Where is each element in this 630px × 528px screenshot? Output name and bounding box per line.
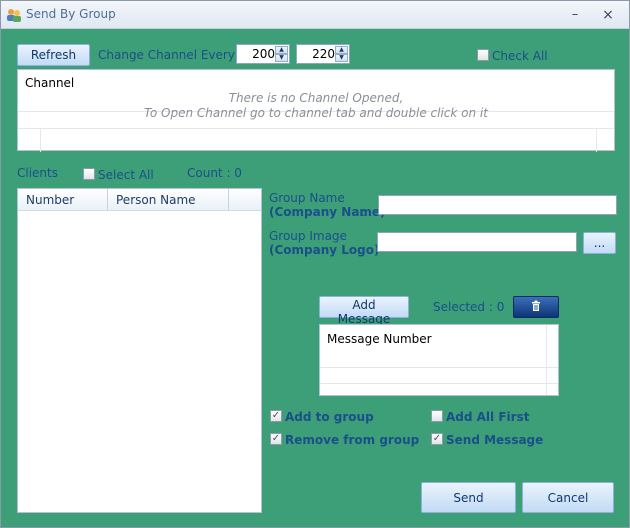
message-grid[interactable]: Message Number: [319, 324, 559, 396]
window-title: Send By Group: [26, 7, 116, 21]
company-logo-label: (Company Logo): [269, 243, 380, 257]
check-all-checkbox[interactable]: [477, 49, 489, 61]
close-button[interactable]: ×: [596, 5, 620, 25]
add-to-group-checkbox[interactable]: ✓: [270, 410, 282, 422]
person-name-column-header[interactable]: Person Name: [108, 189, 229, 211]
interval-min-spinner[interactable]: 200 ▲ ▼: [236, 44, 290, 64]
empty-channel-message-line2: To Open Channel go to channel tab and do…: [144, 106, 488, 120]
channel-grid[interactable]: Channel There is no Channel Opened, To O…: [17, 69, 615, 152]
clients-list[interactable]: Number Person Name: [17, 188, 262, 513]
send-message-checkbox[interactable]: ✓: [431, 433, 443, 445]
minimize-button[interactable]: –: [563, 5, 587, 25]
add-all-first-checkbox[interactable]: [431, 410, 443, 422]
clients-label: Clients: [17, 166, 58, 180]
delete-message-button[interactable]: [513, 296, 559, 318]
add-all-first-label: Add All First: [446, 410, 530, 424]
channel-column-header: Channel: [25, 76, 75, 90]
spin-up-icon[interactable]: ▲: [275, 46, 288, 54]
trash-icon: [532, 300, 540, 311]
spin-down-icon[interactable]: ▼: [275, 54, 288, 62]
group-image-input[interactable]: [377, 232, 577, 252]
remove-from-group-label: Remove from group: [285, 433, 420, 447]
send-message-label: Send Message: [446, 433, 544, 447]
send-button[interactable]: Send: [421, 482, 516, 513]
number-column-header[interactable]: Number: [18, 189, 108, 211]
cancel-button[interactable]: Cancel: [522, 482, 614, 513]
select-all-label: Select All: [98, 168, 154, 182]
add-to-group-label: Add to group: [285, 410, 374, 424]
message-number-column-header: Message Number: [327, 332, 432, 346]
spin-down-icon[interactable]: ▼: [335, 54, 348, 62]
send-by-group-window: Send By Group – × Refresh Change Channel…: [0, 0, 630, 528]
title-bar[interactable]: Send By Group – ×: [1, 1, 629, 29]
group-name-input[interactable]: [378, 195, 617, 215]
company-name-label: (Company Name): [269, 205, 386, 219]
users-icon: [7, 9, 21, 22]
check-all-label: Check All: [492, 49, 548, 63]
change-channel-every-label: Change Channel Every: [98, 48, 235, 62]
remove-from-group-checkbox[interactable]: ✓: [270, 433, 282, 445]
interval-min-value: 200: [252, 47, 275, 61]
refresh-button[interactable]: Refresh: [17, 44, 90, 66]
interval-max-value: 220: [312, 47, 335, 61]
empty-channel-message-line1: There is no Channel Opened,: [228, 91, 404, 105]
group-image-label: Group Image: [269, 229, 347, 243]
group-image-colon: :: [357, 243, 362, 257]
add-message-button[interactable]: Add Message: [319, 296, 409, 326]
group-name-colon: :: [361, 205, 366, 219]
selected-count: Selected : 0: [433, 300, 505, 314]
browse-image-button[interactable]: ...: [583, 232, 616, 254]
interval-max-spinner[interactable]: 220 ▲ ▼: [296, 44, 350, 64]
clients-count: Count : 0: [187, 166, 242, 180]
spin-up-icon[interactable]: ▲: [335, 46, 348, 54]
group-name-label: Group Name: [269, 191, 345, 205]
select-all-checkbox[interactable]: [83, 168, 95, 180]
